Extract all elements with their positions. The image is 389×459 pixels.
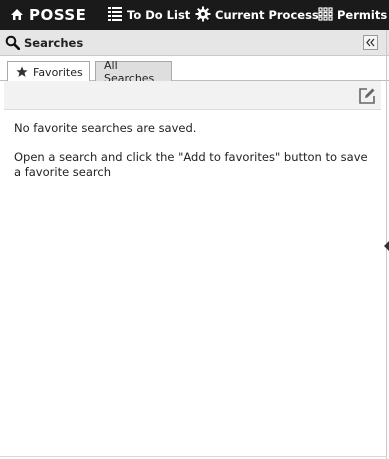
nav-label: To Do List xyxy=(127,8,191,22)
nav-permits[interactable]: Permits xyxy=(318,0,387,30)
brand[interactable]: POSSE xyxy=(10,0,86,30)
favorites-toolbar xyxy=(4,81,381,110)
house-icon xyxy=(10,7,24,24)
star-icon xyxy=(16,66,28,78)
panel-bottom-border xyxy=(0,456,387,457)
searches-panel-header: Searches xyxy=(0,30,389,56)
splitter-handle[interactable] xyxy=(384,240,389,251)
nav-current-process[interactable]: Current Process xyxy=(195,0,319,30)
nav-to-do-list[interactable]: To Do List xyxy=(107,0,190,30)
panel-title: Searches xyxy=(24,35,84,50)
tab-label: Favorites xyxy=(33,65,83,79)
grid-icon xyxy=(318,6,333,24)
edit-icon xyxy=(358,87,376,105)
collapse-panel-button[interactable] xyxy=(363,35,378,50)
search-icon xyxy=(5,35,20,50)
brand-name: POSSE xyxy=(29,6,87,24)
favorites-content: No favorite searches are saved. Open a s… xyxy=(14,121,374,180)
list-icon xyxy=(107,6,123,25)
top-nav-bar: POSSE To Do List Current Process Permits xyxy=(0,0,389,30)
collapse-arrow-icon xyxy=(384,241,389,251)
tab-all-searches[interactable]: All Searches xyxy=(95,59,172,85)
gear-icon xyxy=(195,6,211,25)
nav-label: Current Process xyxy=(215,8,319,22)
hint-text: Open a search and click the "Add to favo… xyxy=(14,150,368,179)
empty-message: No favorite searches are saved. xyxy=(14,121,197,135)
double-chevron-left-icon xyxy=(365,38,376,47)
edit-favorites-button[interactable] xyxy=(358,87,376,105)
nav-label: Permits xyxy=(337,8,388,22)
search-tabs: Favorites All Searches xyxy=(0,56,389,85)
tab-favorites[interactable]: Favorites xyxy=(7,61,90,82)
